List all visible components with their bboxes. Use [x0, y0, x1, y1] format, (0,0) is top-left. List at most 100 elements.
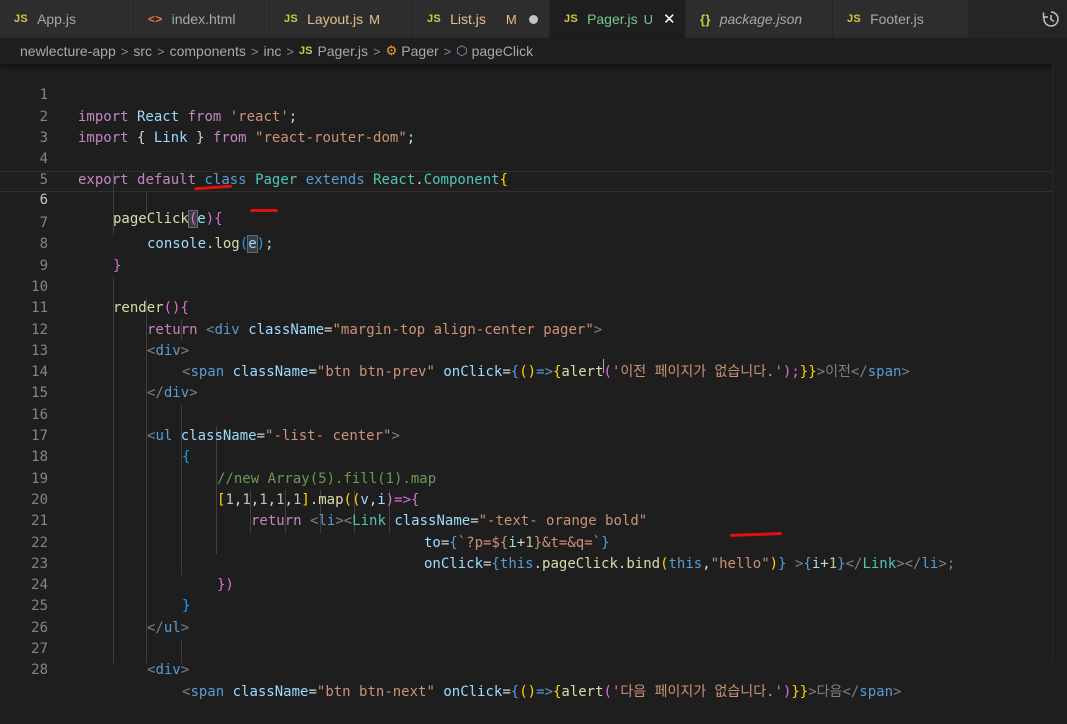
chevron-right-icon: >	[373, 43, 381, 59]
code-line: 17 {	[0, 405, 1067, 465]
token: >	[180, 662, 190, 679]
token: </	[842, 683, 860, 700]
code-line-current: 6 pageClick(e){	[0, 170, 1067, 229]
code-line: 19 [1,1,1,1,1].map((v,i)=>{	[0, 447, 1067, 508]
token: alert	[561, 683, 604, 700]
token: <	[147, 662, 156, 679]
code-line: 11 return <div className="margin-top ali…	[0, 277, 1067, 337]
code-line: 15	[0, 362, 1067, 401]
tab-label: Layout.js	[307, 11, 364, 27]
token: {	[552, 683, 562, 700]
tab-index-html[interactable]: <> index.html	[134, 0, 270, 38]
code-line: 2 import { Link } from "react-router-dom…	[0, 85, 1067, 146]
code-line: 23 })	[0, 533, 1067, 593]
breadcrumb: newlecture-app > src > components > inc …	[0, 38, 1067, 64]
code-line: 16 <ul className="-list- center">	[0, 384, 1067, 444]
modified-badge: M	[505, 11, 517, 27]
code-line: 9	[0, 234, 1067, 274]
vertical-scrollbar[interactable]	[1052, 64, 1067, 663]
code-line: 7 console.log(e);	[0, 192, 1067, 254]
code-line: 18 //new Array(5).fill(1).map	[0, 426, 1067, 486]
code-line: 14 </div>	[0, 341, 1067, 401]
token: (	[603, 683, 612, 700]
code-line: 5	[0, 149, 1067, 188]
modified-badge: M	[369, 11, 380, 27]
breadcrumb-item[interactable]: components	[170, 43, 246, 59]
line-number: 28	[31, 662, 48, 679]
untracked-badge: U	[643, 11, 654, 27]
js-file-icon: JS	[427, 13, 442, 25]
code-line: 27 <div>	[0, 618, 1067, 678]
token: )	[782, 683, 792, 700]
code-line: 25 </ul>	[0, 575, 1067, 635]
tab-label: List.js	[450, 11, 486, 27]
token: "btn btn-next"	[316, 683, 435, 700]
js-file-icon: JS	[298, 45, 313, 57]
code-line: 24 }	[0, 554, 1067, 614]
code-line: 21 to={`?p=${i+1}&t=&q=`}	[0, 490, 1067, 550]
code-line: 12 <div>	[0, 298, 1067, 359]
token: =	[308, 683, 317, 700]
tab-label: Footer.js	[870, 11, 924, 27]
breadcrumb-item[interactable]: inc	[263, 43, 281, 59]
editor-tab-bar: JS App.js <> index.html JS Layout.js M J…	[0, 0, 1067, 38]
method-symbol-icon: ⬡	[456, 43, 468, 58]
breadcrumb-item[interactable]: newlecture-app	[20, 43, 116, 59]
tab-footer-js[interactable]: JS Footer.js	[833, 0, 969, 38]
js-file-icon: JS	[564, 13, 579, 25]
breadcrumb-item[interactable]: Pager	[401, 43, 438, 59]
tab-label: index.html	[171, 11, 236, 27]
token: span	[190, 683, 225, 700]
token: >	[893, 683, 902, 700]
code-editor[interactable]: 1 import React from 'react'; 2 import { …	[0, 64, 1067, 700]
code-line: 3	[0, 107, 1067, 146]
tab-label: Pager.js	[587, 11, 638, 27]
token: >다음	[808, 683, 843, 700]
code-line: 8 }	[0, 213, 1067, 273]
code-line: 4 export default class Pager extends Rea…	[0, 128, 1067, 188]
token: =	[502, 683, 511, 700]
history-icon[interactable]	[1041, 9, 1061, 29]
code-line: 26	[0, 597, 1067, 636]
token: ()	[519, 683, 537, 700]
breadcrumb-item[interactable]: src	[133, 43, 152, 59]
code-line: 13 <span className="btn btn-prev" onClic…	[0, 320, 1067, 380]
class-symbol-icon: ⚙	[385, 43, 398, 58]
tab-package-json[interactable]: {} package.json	[686, 0, 833, 38]
tab-layout-js[interactable]: JS Layout.js M	[270, 0, 413, 38]
chevron-right-icon: >	[120, 43, 129, 59]
chevron-right-icon: >	[157, 43, 165, 59]
token: span	[859, 683, 894, 700]
breadcrumb-item[interactable]: pageClick	[472, 43, 533, 59]
tab-label: package.json	[719, 11, 803, 27]
code-line: 20 return <li><Link className="-text- or…	[0, 469, 1067, 529]
text-cursor-icon	[603, 359, 607, 373]
html-file-icon: <>	[148, 12, 163, 26]
unsaved-dot-icon[interactable]	[528, 14, 538, 24]
code-line: 10 render(){	[0, 256, 1067, 316]
chevron-right-icon: >	[250, 43, 259, 59]
annotation-underline	[250, 209, 278, 212]
close-icon[interactable]: ✕	[663, 10, 676, 28]
token: className	[232, 683, 309, 700]
js-file-icon: JS	[14, 13, 29, 25]
token: }}	[791, 683, 809, 700]
tab-app-js[interactable]: JS App.js	[0, 0, 134, 38]
json-file-icon: {}	[700, 11, 711, 27]
chevron-right-icon: >	[286, 43, 294, 59]
code-line: 1 import React from 'react';	[0, 64, 1067, 124]
tab-label: App.js	[37, 11, 76, 27]
token: div	[155, 662, 181, 679]
token: {	[510, 683, 520, 700]
token: '다음 페이지가 없습니다.'	[611, 683, 783, 700]
js-file-icon: JS	[847, 13, 862, 25]
code-line: 22 onClick={this.pageClick.bind(this,"he…	[0, 511, 1067, 572]
breadcrumb-item[interactable]: Pager.js	[317, 43, 368, 59]
tab-pager-js[interactable]: JS Pager.js U ✕	[550, 0, 686, 38]
chevron-right-icon: >	[443, 43, 452, 59]
code-line: 28 <span className="btn btn-next" onClic…	[0, 639, 1067, 699]
tab-list-js[interactable]: JS List.js M	[413, 0, 550, 38]
js-file-icon: JS	[284, 13, 299, 25]
